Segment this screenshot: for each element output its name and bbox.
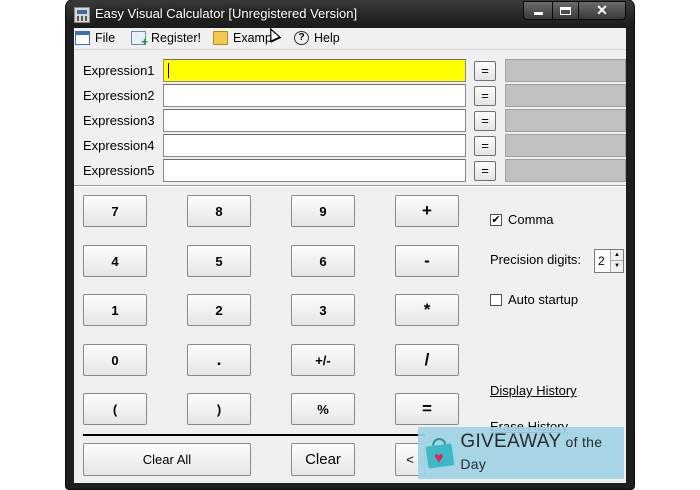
key-2[interactable]: 2 [187, 294, 251, 326]
expression-label: Expression4 [83, 138, 155, 153]
expression-label: Expression1 [83, 63, 155, 78]
key-multiply[interactable]: * [395, 294, 459, 326]
key-4[interactable]: 4 [83, 245, 147, 277]
expression-row-5: Expression5 = [74, 159, 626, 183]
comma-checkbox[interactable]: ✔ [490, 213, 502, 226]
minimize-icon [533, 12, 543, 15]
calculator-app-icon [74, 7, 90, 23]
key-equals[interactable]: = [395, 393, 459, 425]
expression-input[interactable] [163, 159, 466, 182]
watermark-brand: GIVEAWAY [460, 431, 562, 452]
expression-input[interactable] [163, 109, 466, 132]
expression-row-2: Expression2 = [74, 84, 626, 108]
clear-all-button[interactable]: Clear All [83, 443, 251, 476]
expression-label: Expression5 [83, 163, 155, 178]
expression-row-1: Expression1 = [74, 59, 626, 83]
keypad-divider [83, 434, 425, 436]
menu-bar: File Register! Examp ? Help [74, 25, 626, 50]
giveaway-watermark: ♥ GIVEAWAY of the Day [418, 427, 624, 479]
maximize-button[interactable] [552, 1, 579, 20]
precision-label: Precision digits: [490, 252, 582, 267]
key-close-paren[interactable]: ) [187, 393, 251, 425]
key-minus[interactable]: - [395, 245, 459, 277]
key-9[interactable]: 9 [291, 195, 355, 227]
key-6[interactable]: 6 [291, 245, 355, 277]
close-button[interactable]: ✕ [578, 1, 626, 20]
client-area: File Register! Examp ? Help Expression1 … [74, 25, 626, 483]
expression-row-4: Expression4 = [74, 134, 626, 158]
key-percent[interactable]: % [291, 393, 355, 425]
menu-help[interactable]: ? Help [294, 31, 340, 45]
text-caret [168, 63, 169, 78]
expression-input[interactable] [163, 84, 466, 107]
key-8[interactable]: 8 [187, 195, 251, 227]
key-plus[interactable]: + [395, 195, 459, 227]
auto-startup-label: Auto startup [508, 292, 579, 307]
expression-label: Expression2 [83, 88, 155, 103]
menu-register[interactable]: Register! [131, 31, 202, 49]
menu-help-label: Help [314, 31, 340, 45]
result-field [505, 159, 626, 182]
section-divider-highlight [74, 186, 626, 187]
precision-spinner[interactable]: 2 ▲ ▼ [594, 249, 624, 273]
display-history-link[interactable]: Display History [490, 383, 577, 398]
evaluate-button[interactable]: = [474, 111, 496, 131]
comma-label: Comma [508, 212, 554, 227]
spin-up-icon[interactable]: ▲ [610, 250, 623, 261]
evaluate-button[interactable]: = [474, 86, 496, 106]
app-window: Easy Visual Calculator [Unregistered Ver… [66, 0, 634, 489]
clear-button[interactable]: Clear [291, 443, 355, 476]
key-7[interactable]: 7 [83, 195, 147, 227]
close-icon: ✕ [596, 2, 608, 18]
watermark-text: GIVEAWAY of the Day [460, 431, 624, 475]
menu-register-label: Register! [151, 31, 202, 45]
menu-file[interactable]: File [75, 31, 115, 45]
result-field [505, 109, 626, 132]
auto-startup-option[interactable]: Auto startup [490, 292, 578, 307]
result-field [505, 134, 626, 157]
comma-option[interactable]: ✔ Comma [490, 212, 554, 227]
register-icon [131, 31, 148, 49]
key-1[interactable]: 1 [83, 294, 147, 326]
help-icon: ? [294, 31, 309, 45]
title-bar[interactable]: Easy Visual Calculator [Unregistered Ver… [66, 0, 634, 28]
minimize-button[interactable] [523, 1, 553, 20]
menu-file-label: File [95, 31, 116, 45]
key-open-paren[interactable]: ( [83, 393, 147, 425]
key-5[interactable]: 5 [187, 245, 251, 277]
maximize-icon [560, 6, 571, 15]
expression-input[interactable] [163, 59, 466, 82]
evaluate-button[interactable]: = [474, 136, 496, 156]
key-divide[interactable]: / [395, 344, 459, 376]
expression-label: Expression3 [83, 113, 155, 128]
examples-icon [213, 31, 228, 45]
expression-input[interactable] [163, 134, 466, 157]
evaluate-button[interactable]: = [474, 161, 496, 181]
menu-examples[interactable]: Examp [213, 25, 282, 45]
key-0[interactable]: 0 [83, 344, 147, 376]
window-title: Easy Visual Calculator [Unregistered Ver… [95, 6, 358, 21]
auto-startup-checkbox[interactable] [490, 293, 502, 306]
key-3[interactable]: 3 [291, 294, 355, 326]
file-icon [75, 31, 90, 45]
evaluate-button[interactable]: = [474, 61, 496, 81]
expression-row-3: Expression3 = [74, 109, 626, 133]
key-negate[interactable]: +/- [291, 344, 355, 376]
gift-bag-icon: ♥ [424, 435, 456, 471]
result-field [505, 59, 626, 82]
result-field [505, 84, 626, 107]
precision-value[interactable]: 2 [598, 254, 605, 268]
key-decimal[interactable]: . [187, 344, 251, 376]
spin-down-icon[interactable]: ▼ [610, 261, 623, 272]
